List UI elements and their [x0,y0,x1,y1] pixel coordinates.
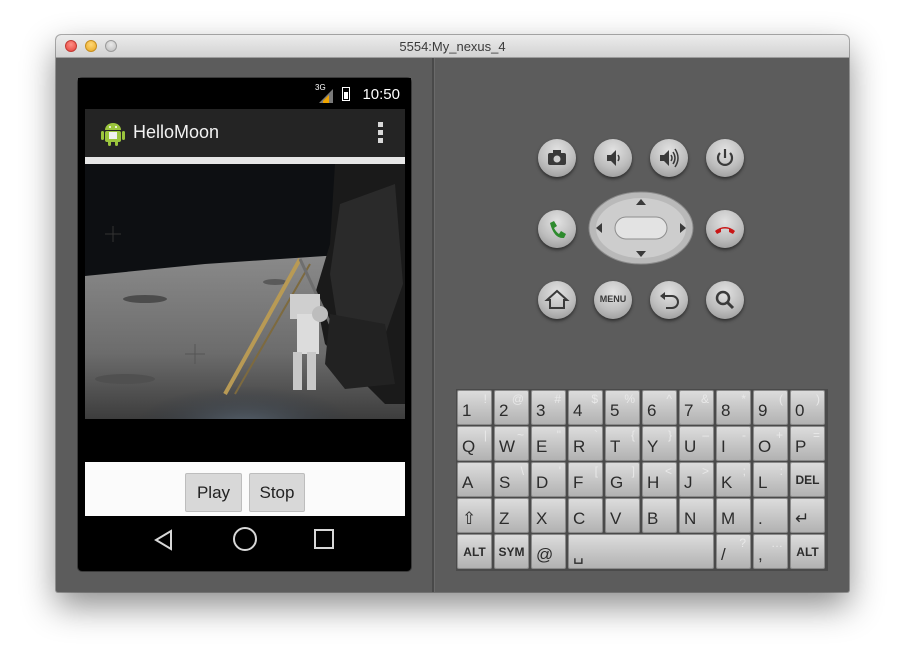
window-title: 5554:My_nexus_4 [399,39,506,54]
camera-icon [548,150,566,165]
volume-up-button[interactable] [650,139,688,177]
key-d[interactable]: D ' [531,462,566,497]
key-,[interactable]: ,… [753,534,788,569]
key-f[interactable]: F[ [568,462,603,497]
key-7[interactable]: 7 & [679,390,714,425]
stop-button[interactable]: Stop [249,473,305,512]
key-i[interactable]: I- [716,426,751,461]
key-t[interactable]: T{ [605,426,640,461]
emulator-window: 5554:My_nexus_4 3G 10:50 HelloMoon Play … [56,35,849,592]
key-del[interactable]: DEL [790,462,825,497]
recents-nav-icon[interactable] [313,528,335,550]
key-k[interactable]: K; [716,462,751,497]
power-icon [716,149,734,166]
menu-button[interactable]: MENU [594,281,632,319]
search-button[interactable] [706,281,744,319]
key-shift[interactable]: ⇧ [457,498,492,533]
key-o[interactable]: O + [753,426,788,461]
search-icon [715,290,735,310]
end-call-icon [715,227,735,234]
home-button[interactable] [538,281,576,319]
camera-button[interactable] [538,139,576,177]
key-n[interactable]: N [679,498,714,533]
panel-divider [432,58,435,592]
key-h[interactable]: H < [642,462,677,497]
app-title: HelloMoon [133,122,220,142]
button-bar: Play Stop [85,462,405,516]
key-s[interactable]: S \ [494,462,529,497]
key-w[interactable]: W ~ [494,426,529,461]
home-icon [544,289,570,309]
volume-down-icon [607,150,620,166]
key-e[interactable]: E " [531,426,566,461]
key-l[interactable]: L: [753,462,788,497]
key-5[interactable]: 5% [605,390,640,425]
key-b[interactable]: B [642,498,677,533]
key-m[interactable]: M [716,498,751,533]
key-a[interactable]: A [457,462,492,497]
key-.[interactable]: . [753,498,788,533]
action-bar: HelloMoon [85,109,405,157]
call-icon [550,221,566,239]
key-6[interactable]: 6 ^ [642,390,677,425]
key-alt[interactable]: ALT [457,534,492,569]
content-top-strip [85,157,405,164]
back-button[interactable] [650,281,688,319]
key-space[interactable]: ␣ [568,534,714,569]
network-type: 3G [315,83,326,92]
navigation-bar [85,516,405,562]
key-x[interactable]: X [531,498,566,533]
menu-button-label: MENU [599,294,627,304]
key-j[interactable]: J > [679,462,714,497]
key-p[interactable]: P = [790,426,825,461]
power-button[interactable] [706,139,744,177]
status-bar: 3G 10:50 [78,78,411,109]
device-screen[interactable]: 3G 10:50 HelloMoon Play Stop [78,78,411,571]
key-enter[interactable]: ↵ [790,498,825,533]
title-bar: 5554:My_nexus_4 [56,35,849,58]
play-button[interactable]: Play [185,473,242,512]
key-v[interactable]: V [605,498,640,533]
overflow-menu-icon[interactable] [378,122,383,144]
moon-landing-image [85,164,405,461]
back-icon [660,292,679,309]
key-r[interactable]: R ` [568,426,603,461]
key-8[interactable]: 8 * [716,390,751,425]
volume-up-icon [660,148,679,168]
hardware-keyboard: 1! 2 @3 #4 $5% 6 ^ 7 & 8 * 9(0) Q | W ~ E " R ` T{Y} U – I - O + P =… [456,389,828,571]
key-1[interactable]: 1! [457,390,492,425]
key-3[interactable]: 3 # [531,390,566,425]
end-call-button[interactable] [706,210,744,248]
key-/[interactable]: /? [716,534,751,569]
back-nav-icon[interactable] [152,528,176,552]
key-@[interactable]: @ [531,534,566,569]
key-y[interactable]: Y} [642,426,677,461]
key-c[interactable]: C [568,498,603,533]
key-9[interactable]: 9( [753,390,788,425]
key-q[interactable]: Q | [457,426,492,461]
key-4[interactable]: 4 $ [568,390,603,425]
dpad[interactable] [588,191,694,265]
key-2[interactable]: 2 @ [494,390,529,425]
clock: 10:50 [362,86,400,103]
key-0[interactable]: 0) [790,390,825,425]
key-sym[interactable]: SYM [494,534,529,569]
key-alt[interactable]: ALT [790,534,825,569]
call-button[interactable] [538,210,576,248]
key-z[interactable]: Z [494,498,529,533]
key-g[interactable]: G] [605,462,640,497]
volume-down-button[interactable] [594,139,632,177]
android-app-icon [101,123,125,146]
key-u[interactable]: U – [679,426,714,461]
battery-icon [342,87,350,101]
home-nav-icon[interactable] [232,526,258,552]
